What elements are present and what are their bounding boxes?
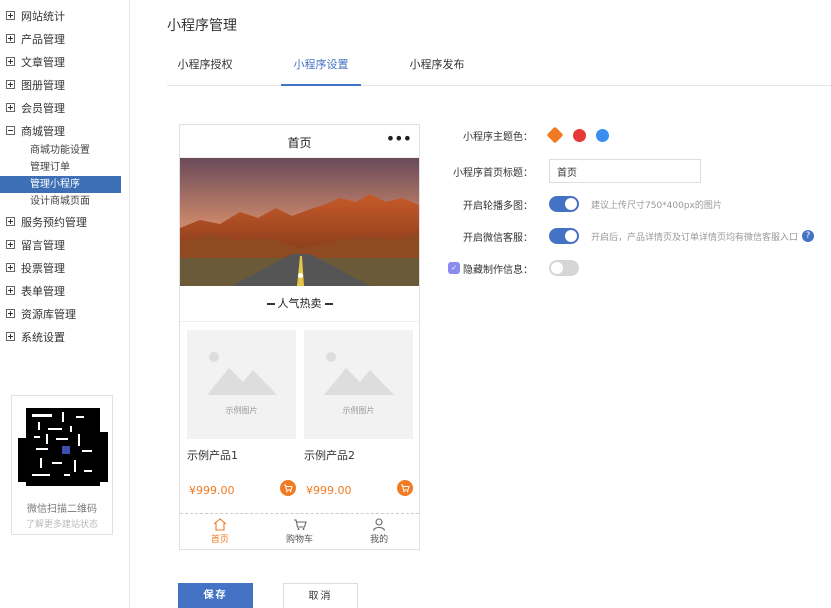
wechat-service-toggle[interactable] bbox=[549, 228, 579, 244]
carousel-dot[interactable] bbox=[298, 273, 303, 278]
product-card-1[interactable]: 示例图片 示例产品1 ¥999.00 bbox=[187, 330, 296, 497]
sidebar: 网站统计 产品管理 文章管理 图册管理 会员管理 商城管理 商城功能设置 管理订… bbox=[0, 0, 130, 608]
qr-code-image bbox=[18, 402, 108, 490]
sidebar-subitem-miniprogram[interactable]: 管理小程序 bbox=[0, 176, 121, 193]
hide-credit-label: 隐藏制作信息： bbox=[463, 264, 533, 276]
add-to-cart-icon[interactable] bbox=[397, 480, 413, 496]
phone-tab-bar: 首页 购物车 我的 bbox=[180, 513, 419, 549]
expand-icon bbox=[6, 103, 15, 112]
cart-icon bbox=[293, 519, 307, 530]
sidebar-menu: 网站统计 产品管理 文章管理 图册管理 会员管理 商城管理 商城功能设置 管理订… bbox=[0, 0, 129, 348]
save-button[interactable]: 保存 bbox=[178, 583, 253, 608]
wechat-service-hint: 开启后，产品详情页及订单详情页均有微信客服入口 bbox=[591, 232, 799, 243]
tab-authorize[interactable]: 小程序授权 bbox=[175, 50, 235, 86]
nav-profile[interactable]: 我的 bbox=[339, 514, 419, 549]
hide-credit-label-wrap: ✓ 隐藏制作信息： bbox=[431, 261, 533, 276]
phone-title: 首页 bbox=[287, 136, 312, 150]
expand-icon bbox=[6, 309, 15, 318]
sidebar-item-forms[interactable]: 表单管理 bbox=[0, 279, 129, 302]
theme-color-label: 小程序主题色： bbox=[463, 131, 533, 143]
wechat-service-row: 开启微信客服： 开启后，产品详情页及订单详情页均有微信客服入口 ? bbox=[431, 225, 815, 247]
home-title-row: 小程序首页标题： bbox=[431, 159, 701, 183]
theme-color-blue[interactable] bbox=[596, 128, 609, 142]
sidebar-item-booking[interactable]: 服务预约管理 bbox=[0, 210, 129, 233]
carousel-label: 开启轮播多图： bbox=[463, 200, 533, 212]
product-card-2[interactable]: 示例图片 示例产品2 ¥999.00 bbox=[304, 330, 413, 497]
theme-color-picker bbox=[546, 126, 619, 144]
cancel-button[interactable]: 取消 bbox=[283, 583, 358, 608]
sidebar-item-mall[interactable]: 商城管理 bbox=[0, 119, 129, 142]
nav-home[interactable]: 首页 bbox=[180, 514, 260, 549]
collapse-icon bbox=[6, 126, 15, 135]
tab-publish[interactable]: 小程序发布 bbox=[407, 50, 467, 86]
product-price: ¥999.00 bbox=[306, 484, 352, 497]
hide-credit-row: ✓ 隐藏制作信息： bbox=[431, 257, 579, 279]
carousel-toggle[interactable] bbox=[549, 196, 579, 212]
home-title-input[interactable] bbox=[549, 159, 701, 183]
expand-icon bbox=[6, 217, 15, 226]
shield-icon: ✓ bbox=[448, 262, 460, 274]
theme-color-orange[interactable] bbox=[546, 126, 564, 144]
product-price: ¥999.00 bbox=[189, 484, 235, 497]
image-placeholder-icon bbox=[324, 352, 394, 395]
image-placeholder-icon bbox=[207, 352, 277, 395]
sidebar-item-votes[interactable]: 投票管理 bbox=[0, 256, 129, 279]
sidebar-item-resources[interactable]: 资源库管理 bbox=[0, 302, 129, 325]
sidebar-subitem-mall-settings[interactable]: 商城功能设置 bbox=[0, 142, 129, 159]
sidebar-item-site-stats[interactable]: 网站统计 bbox=[0, 4, 129, 27]
more-icon[interactable]: ••• bbox=[386, 129, 412, 148]
product-image-placeholder: 示例图片 bbox=[187, 330, 296, 439]
qr-code-card: 微信扫描二维码 了解更多建站状态 bbox=[11, 395, 113, 535]
home-icon bbox=[213, 518, 227, 531]
tab-settings[interactable]: 小程序设置 bbox=[281, 50, 361, 86]
expand-icon bbox=[6, 263, 15, 272]
sidebar-item-articles[interactable]: 文章管理 bbox=[0, 50, 129, 73]
add-to-cart-icon[interactable] bbox=[280, 480, 296, 496]
carousel-row: 开启轮播多图： 建议上传尺寸750*400px的图片 bbox=[431, 193, 722, 215]
page-title: 小程序管理 bbox=[167, 18, 237, 34]
sidebar-item-messages[interactable]: 留言管理 bbox=[0, 233, 129, 256]
expand-icon bbox=[6, 80, 15, 89]
sidebar-item-members[interactable]: 会员管理 bbox=[0, 96, 129, 119]
banner-landscape bbox=[180, 158, 419, 286]
phone-header: 首页 ••• bbox=[180, 125, 419, 158]
tab-bar: 小程序授权 小程序设置 小程序发布 bbox=[167, 50, 831, 86]
expand-icon bbox=[6, 11, 15, 20]
theme-color-row: 小程序主题色： bbox=[431, 124, 619, 146]
user-icon bbox=[373, 518, 386, 531]
sidebar-item-products[interactable]: 产品管理 bbox=[0, 27, 129, 50]
product-image-placeholder: 示例图片 bbox=[304, 330, 413, 439]
sidebar-item-albums[interactable]: 图册管理 bbox=[0, 73, 129, 96]
banner-image[interactable] bbox=[180, 158, 419, 286]
expand-icon bbox=[6, 57, 15, 66]
home-title-label: 小程序首页标题： bbox=[453, 167, 533, 179]
expand-icon bbox=[6, 240, 15, 249]
sidebar-item-system-settings[interactable]: 系统设置 bbox=[0, 325, 129, 348]
carousel-hint: 建议上传尺寸750*400px的图片 bbox=[591, 200, 722, 211]
phone-preview: 首页 ••• 人气热卖 示例图片 示例产品1 ¥999.00 示例图片 示例产品… bbox=[179, 124, 420, 550]
expand-icon bbox=[6, 332, 15, 341]
wechat-service-label: 开启微信客服： bbox=[463, 232, 533, 244]
expand-icon bbox=[6, 34, 15, 43]
sidebar-subitem-orders[interactable]: 管理订单 bbox=[0, 159, 129, 176]
qr-subtitle: 了解更多建站状态 bbox=[25, 520, 98, 530]
nav-cart[interactable]: 购物车 bbox=[260, 514, 340, 549]
hide-credit-toggle[interactable] bbox=[549, 260, 579, 276]
product-name: 示例产品2 bbox=[304, 449, 355, 462]
expand-icon bbox=[6, 286, 15, 295]
sidebar-subitem-design-pages[interactable]: 设计商城页面 bbox=[0, 193, 129, 210]
main-content: 小程序管理 小程序授权 小程序设置 小程序发布 首页 ••• 人气热卖 示例图片… bbox=[131, 0, 831, 608]
section-title: 人气热卖 bbox=[180, 286, 419, 322]
theme-color-red[interactable] bbox=[573, 128, 586, 142]
help-icon[interactable]: ? bbox=[802, 230, 815, 242]
sidebar-submenu-mall: 商城功能设置 管理订单 管理小程序 设计商城页面 bbox=[0, 142, 129, 210]
product-name: 示例产品1 bbox=[187, 449, 238, 462]
qr-title: 微信扫描二维码 bbox=[27, 504, 97, 515]
